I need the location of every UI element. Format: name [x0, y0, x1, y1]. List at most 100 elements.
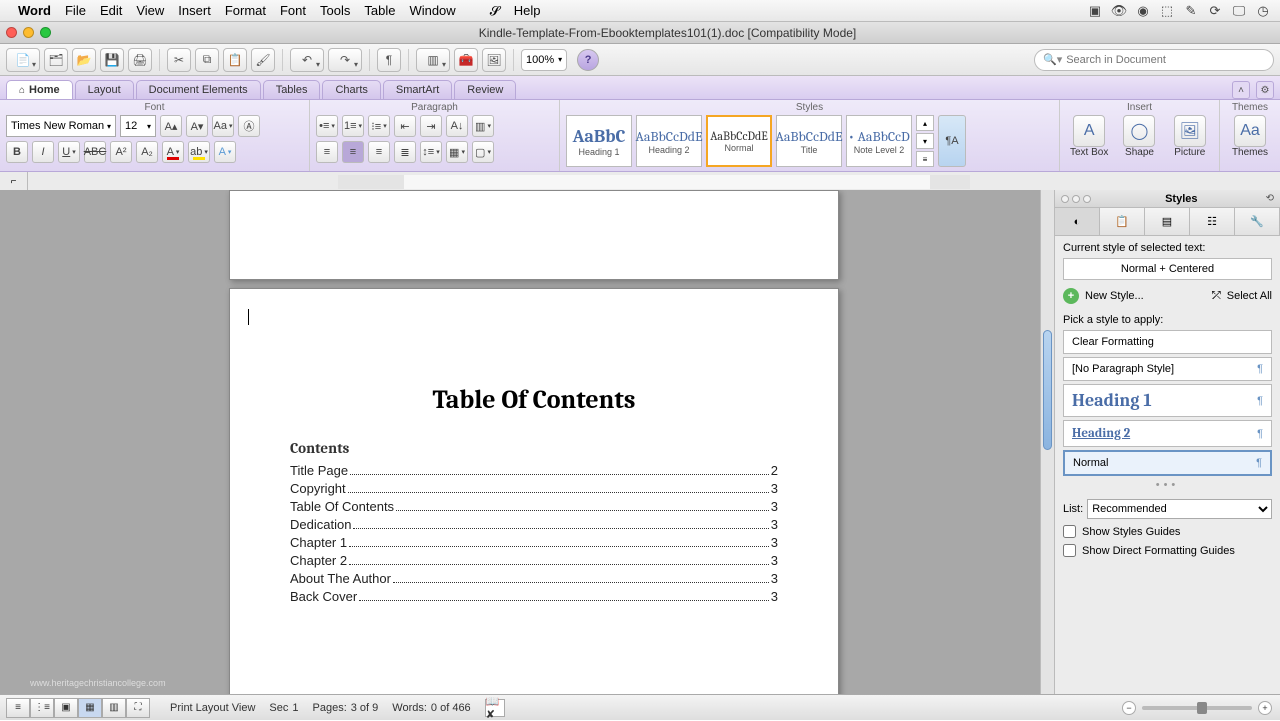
ribbon-collapse-button[interactable]: ˄: [1232, 81, 1250, 99]
sys-evernote-icon[interactable]: ✎: [1182, 3, 1200, 19]
new-doc-button[interactable]: 📄: [6, 48, 40, 72]
view-draft-button[interactable]: ≡: [6, 698, 30, 718]
strikethrough-button[interactable]: ABC: [84, 141, 106, 163]
sidebar-button[interactable]: ▥: [416, 48, 450, 72]
help-button[interactable]: ?: [577, 49, 599, 71]
vertical-scrollbar[interactable]: [1040, 190, 1054, 694]
view-fullscreen-button[interactable]: ⛶: [126, 698, 150, 718]
style-list-item[interactable]: [No Paragraph Style]¶: [1063, 357, 1272, 381]
styles-tab-2[interactable]: 📋: [1100, 208, 1145, 235]
toolbox-button[interactable]: 🧰: [454, 48, 478, 72]
change-case-button[interactable]: Aa: [212, 115, 234, 137]
styles-pane-button[interactable]: ¶A: [938, 115, 966, 167]
tab-tables[interactable]: Tables: [263, 80, 321, 99]
tab-layout[interactable]: Layout: [75, 80, 134, 99]
search-input[interactable]: [1066, 54, 1265, 66]
superscript-button[interactable]: A²: [110, 141, 132, 163]
style-gallery-up[interactable]: ▴: [916, 115, 934, 131]
cut-button[interactable]: ✂: [167, 48, 191, 72]
media-browser-button[interactable]: 🖼: [482, 48, 506, 72]
multilevel-list-button[interactable]: ⁝≡: [368, 115, 390, 137]
toc-entry[interactable]: Chapter 23: [290, 553, 778, 568]
ribbon-options-button[interactable]: ⚙: [1256, 81, 1274, 99]
decrease-indent-button[interactable]: ⇤: [394, 115, 416, 137]
text-effects-button[interactable]: A: [214, 141, 236, 163]
borders-button[interactable]: ▢: [472, 141, 494, 163]
style-list-item[interactable]: Clear Formatting: [1063, 330, 1272, 354]
sys-dropbox-icon[interactable]: ⬚: [1158, 3, 1176, 19]
tab-home[interactable]: ⌂Home: [6, 80, 73, 99]
spellcheck-button[interactable]: 📖✘: [485, 699, 505, 717]
app-name[interactable]: Word: [18, 3, 51, 18]
menu-table[interactable]: Table: [364, 3, 395, 18]
style-normal[interactable]: AaBbCcDdENormal: [706, 115, 772, 167]
menu-insert[interactable]: Insert: [178, 3, 211, 18]
toc-entry[interactable]: Table Of Contents3: [290, 499, 778, 514]
undo-button[interactable]: ↶: [290, 48, 324, 72]
open-button[interactable]: 📂: [72, 48, 96, 72]
align-left-button[interactable]: ≡: [316, 141, 338, 163]
paste-button[interactable]: 📋: [223, 48, 247, 72]
search-field[interactable]: 🔍▾: [1034, 49, 1274, 71]
subscript-button[interactable]: A₂: [136, 141, 158, 163]
underline-button[interactable]: U: [58, 141, 80, 163]
styles-tab-1[interactable]: ◐: [1055, 208, 1100, 235]
show-formatting-button[interactable]: ¶: [377, 48, 401, 72]
zoom-select[interactable]: 100%▾: [521, 49, 567, 71]
minimize-window-button[interactable]: [23, 27, 34, 38]
format-painter-button[interactable]: 🖌: [251, 48, 275, 72]
align-right-button[interactable]: ≡: [368, 141, 390, 163]
font-size-select[interactable]: 12▾: [120, 115, 156, 137]
tab-document-elements[interactable]: Document Elements: [136, 80, 261, 99]
toc-entry[interactable]: Chapter 13: [290, 535, 778, 550]
tab-smartart[interactable]: SmartArt: [383, 80, 452, 99]
new-style-link[interactable]: New Style...: [1085, 290, 1144, 302]
view-outline-button[interactable]: ⋮≡: [30, 698, 54, 718]
print-button[interactable]: 🖨: [128, 48, 152, 72]
zoom-slider[interactable]: [1142, 706, 1252, 710]
shading-button[interactable]: ▦: [446, 141, 468, 163]
scrollbar-thumb[interactable]: [1043, 330, 1052, 450]
style-list-item[interactable]: Normal¶: [1063, 450, 1272, 476]
sys-eye-icon[interactable]: 👁: [1110, 3, 1128, 19]
menu-view[interactable]: View: [136, 3, 164, 18]
grow-font-button[interactable]: A▴: [160, 115, 182, 137]
close-window-button[interactable]: [6, 27, 17, 38]
page-current[interactable]: Table Of Contents Contents Title Page2Co…: [229, 288, 839, 694]
menu-font[interactable]: Font: [280, 3, 306, 18]
menu-tools[interactable]: Tools: [320, 3, 350, 18]
menu-help[interactable]: Help: [514, 3, 541, 18]
style-list-item[interactable]: Heading 2¶: [1063, 420, 1272, 447]
line-spacing-button[interactable]: ↕≡: [420, 141, 442, 163]
toc-entry[interactable]: Dedication3: [290, 517, 778, 532]
style-list-item[interactable]: Heading 1¶: [1063, 384, 1272, 417]
style-heading2[interactable]: AaBbCcDdEHeading 2: [636, 115, 702, 167]
current-style-value[interactable]: Normal + Centered: [1063, 258, 1272, 280]
menu-script-icon[interactable]: 𝓢: [490, 3, 500, 19]
sort-button[interactable]: A↓: [446, 115, 468, 137]
sys-sync-icon[interactable]: ⟳: [1206, 3, 1224, 19]
align-center-button[interactable]: ≡: [342, 141, 364, 163]
tab-charts[interactable]: Charts: [322, 80, 380, 99]
columns-button[interactable]: ▥: [472, 115, 494, 137]
open-from-template-button[interactable]: 🗂: [44, 48, 68, 72]
page-previous[interactable]: [229, 190, 839, 280]
menu-window[interactable]: Window: [409, 3, 455, 18]
font-name-select[interactable]: Times New Roman▾: [6, 115, 116, 137]
toc-entry[interactable]: Title Page2: [290, 463, 778, 478]
view-publishing-button[interactable]: ▣: [54, 698, 78, 718]
highlight-button[interactable]: ab: [188, 141, 210, 163]
styles-tab-5[interactable]: 🔧: [1235, 208, 1280, 235]
styles-panel-arrow-icon[interactable]: ⟲: [1266, 193, 1274, 204]
show-styles-guides-checkbox[interactable]: Show Styles Guides: [1063, 525, 1272, 538]
styles-tab-3[interactable]: ▤: [1145, 208, 1190, 235]
justify-button[interactable]: ≣: [394, 141, 416, 163]
insert-picture[interactable]: 🖼Picture: [1167, 115, 1213, 158]
style-heading1[interactable]: AaBbCHeading 1: [566, 115, 632, 167]
style-title[interactable]: AaBbCcDdETitle: [776, 115, 842, 167]
italic-button[interactable]: I: [32, 141, 54, 163]
zoom-window-button[interactable]: [40, 27, 51, 38]
sys-photo-icon[interactable]: ◉: [1134, 3, 1152, 19]
sys-camera-icon[interactable]: ▣: [1086, 3, 1104, 19]
copy-button[interactable]: ⧉: [195, 48, 219, 72]
